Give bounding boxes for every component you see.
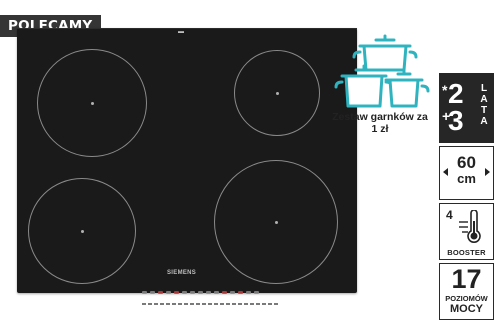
warranty-value-top: 2 bbox=[448, 78, 464, 109]
cooking-zone-bottom-left bbox=[28, 178, 136, 284]
cooking-zone-bottom-right bbox=[214, 160, 338, 284]
zone-center-mark bbox=[80, 229, 84, 233]
cooking-zone-top-left bbox=[37, 49, 147, 157]
zone-center-mark bbox=[90, 101, 94, 105]
warranty-badge: * 2 + 3 LATA bbox=[439, 73, 494, 143]
thermometer-icon bbox=[459, 210, 481, 243]
booster-label: BOOSTER bbox=[447, 248, 486, 257]
hob-top-edge bbox=[17, 28, 357, 29]
warranty-prefix-top: * bbox=[442, 82, 448, 98]
power-levels-label: POZIOMÓW bbox=[445, 294, 488, 303]
touch-slider bbox=[142, 303, 278, 305]
zone-center-mark bbox=[274, 220, 278, 224]
promo-label[interactable]: Zestaw garnków za 1 zł bbox=[329, 111, 431, 135]
cooking-zone-top-right bbox=[234, 50, 320, 136]
induction-hob-image[interactable]: ▬ SIEMENS bbox=[17, 28, 357, 305]
width-value: 60 bbox=[457, 153, 476, 172]
warranty-value-bottom: 3 bbox=[448, 105, 464, 136]
zone-center-mark bbox=[275, 91, 279, 95]
brand-logo: SIEMENS bbox=[167, 270, 197, 276]
booster-badge: 4 BOOSTER bbox=[439, 203, 494, 260]
width-badge: 60 cm bbox=[439, 146, 494, 200]
warranty-unit: LATA bbox=[480, 83, 488, 127]
power-levels-badge: 17 POZIOMÓW MOCY bbox=[439, 263, 494, 320]
booster-count: 4 bbox=[446, 208, 453, 222]
brand-logo-top: ▬ bbox=[178, 29, 185, 35]
control-panel-indicators bbox=[142, 291, 259, 297]
power-levels-unit: MOCY bbox=[450, 303, 483, 315]
width-unit: cm bbox=[457, 171, 476, 186]
power-levels-value: 17 bbox=[451, 264, 482, 294]
